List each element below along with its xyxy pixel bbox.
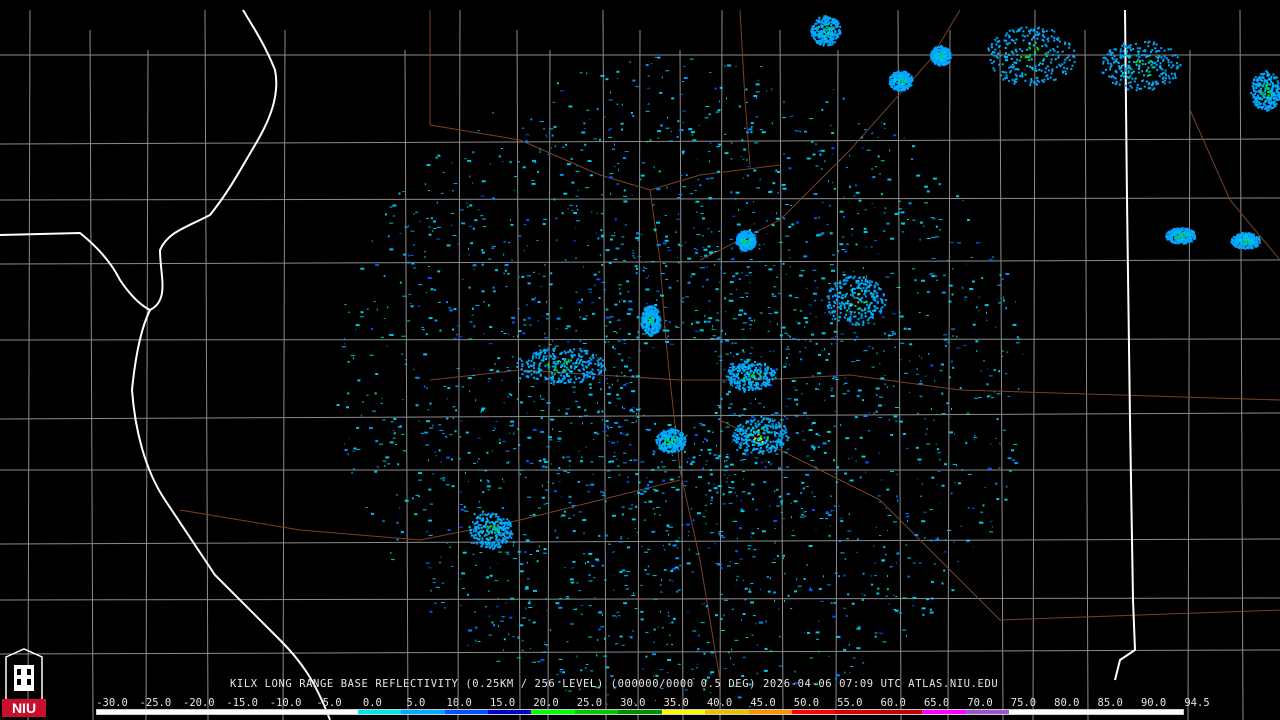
colorbar-segment — [1139, 710, 1183, 714]
scale-label: -30.0 — [96, 697, 128, 709]
colorbar-segment — [1052, 710, 1097, 714]
scale-label: 70.0 — [967, 697, 993, 709]
scale-label: -25.0 — [139, 697, 172, 709]
scale-labels: -30.0 -25.0 -20.0 -15.0 -10.0 -5.0 0.0 5.0 10.0 1… — [92, 697, 1209, 709]
reflectivity-colorbar — [96, 709, 1184, 715]
scale-label: 55.0 — [837, 697, 863, 709]
colorbar-segment — [227, 710, 271, 714]
colorbar-segment — [1009, 710, 1053, 714]
highway-lines — [179, 9, 1280, 681]
scale-label: -10.0 — [269, 697, 302, 709]
colorbar-segment — [183, 710, 228, 714]
scale-label: 60.0 — [880, 697, 906, 709]
scale-label: 90.0 — [1140, 697, 1167, 709]
colorbar-segment — [618, 710, 662, 714]
scale-label: 25.0 — [576, 697, 603, 709]
product-caption: KILX LONG RANGE BASE REFLECTIVITY (0.25K… — [230, 678, 999, 690]
scale-label: 15.0 — [489, 697, 516, 709]
colorbar-segment — [661, 710, 706, 714]
scale-label: 30.0 — [620, 697, 646, 709]
scale-label: -20.0 — [182, 697, 215, 709]
colorbar-segment — [705, 710, 749, 714]
colorbar-segment — [878, 710, 923, 714]
colorbar-segment — [922, 710, 966, 714]
scale-label: 5.0 — [406, 697, 426, 709]
colorbar-segment — [1096, 710, 1140, 714]
colorbar-segment — [444, 710, 488, 714]
scale-label: 85.0 — [1097, 697, 1123, 709]
colorbar-segment — [314, 710, 358, 714]
scale-label: 45.0 — [750, 697, 776, 709]
niu-logo: NIU — [2, 648, 46, 717]
colorbar-segment — [401, 710, 445, 714]
scale-label: 10.0 — [446, 697, 472, 709]
colorbar-segment — [270, 710, 315, 714]
radar-map — [0, 9, 1280, 720]
scale-label: 35.0 — [663, 697, 689, 709]
scale-label: 94.5 — [1184, 697, 1210, 709]
colorbar-segment — [748, 710, 792, 714]
scale-label: -15.0 — [226, 697, 258, 709]
scale-label: -5.0 — [316, 697, 342, 709]
scale-label: 80.0 — [1054, 697, 1080, 709]
colorbar-segment — [140, 710, 184, 714]
county-borders — [0, 9, 1280, 720]
scale-label: 0.0 — [362, 697, 382, 709]
scale-label: 65.0 — [923, 697, 950, 709]
colorbar-segment — [792, 710, 836, 714]
colorbar-segment — [574, 710, 619, 714]
colorbar-segment — [965, 710, 1010, 714]
colorbar-segment — [531, 710, 575, 714]
state-borders — [0, 9, 1137, 720]
colorbar-segment — [357, 710, 402, 714]
scale-label: 75.0 — [1010, 697, 1037, 709]
scale-label: 20.0 — [533, 697, 559, 709]
scale-label: 40.0 — [706, 697, 733, 709]
scale-label: 50.0 — [793, 697, 820, 709]
colorbar-segment — [487, 710, 532, 714]
colorbar-segment — [97, 710, 141, 714]
colorbar-segment — [835, 710, 879, 714]
reflectivity-echoes — [336, 15, 1280, 714]
